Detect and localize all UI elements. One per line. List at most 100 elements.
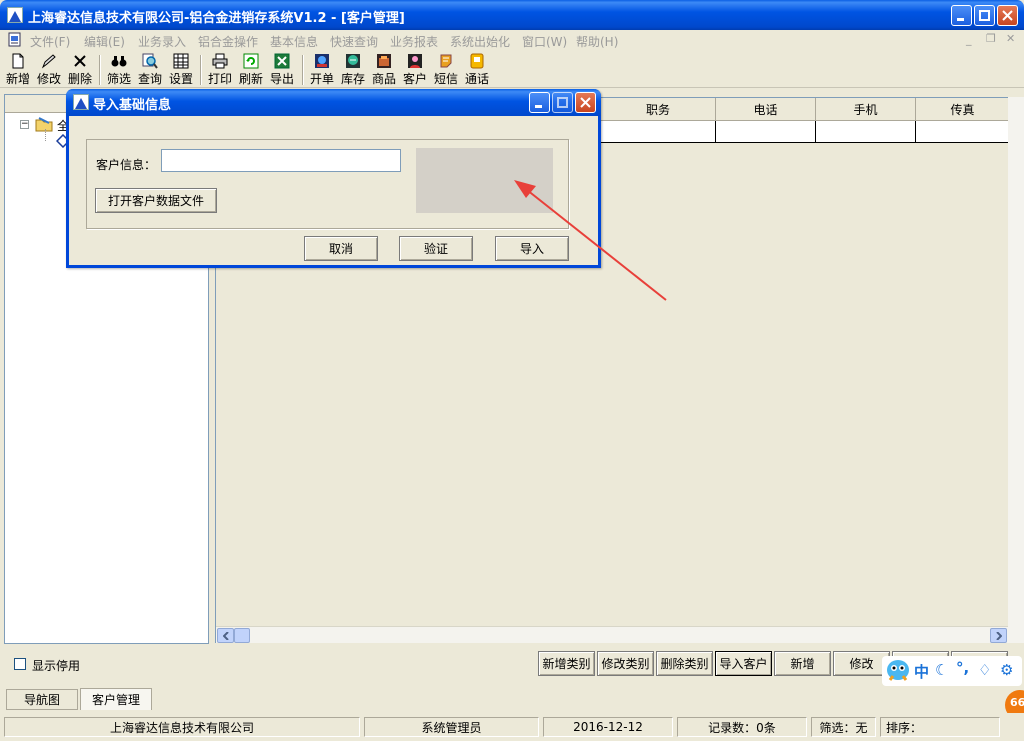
toolbar-edit-button[interactable]: 修改 — [33, 53, 65, 87]
menu-file[interactable]: 文件(F) — [30, 33, 70, 50]
refresh-icon — [243, 53, 259, 69]
menu-aluminum-ops[interactable]: 铝合金操作 — [198, 33, 258, 50]
ime-skin-icon[interactable]: ♢ — [978, 661, 991, 679]
ime-moon-icon[interactable]: ☾ — [935, 661, 948, 679]
tree-line — [45, 129, 46, 141]
status-sort: 排序： — [880, 717, 1000, 737]
menu-help[interactable]: 帮助(H) — [576, 33, 618, 50]
table-cell[interactable] — [601, 121, 716, 143]
annotation-arrow — [514, 180, 667, 301]
table-cell[interactable] — [916, 121, 1009, 143]
toolbar-export-button[interactable]: 导出 — [266, 53, 298, 87]
call-icon — [469, 53, 485, 69]
column-header-fax[interactable]: 传真 — [916, 98, 1009, 121]
maximize-icon — [557, 97, 568, 108]
ime-toolbar[interactable]: 中 ☾ °, ♢ ⚙ — [882, 656, 1022, 686]
magnifier-icon — [142, 53, 158, 69]
status-company: 上海睿达信息技术有限公司 — [4, 717, 360, 737]
menu-basic-info[interactable]: 基本信息 — [270, 33, 318, 50]
close-button[interactable] — [997, 5, 1018, 26]
new-category-button[interactable]: 新增类别 — [538, 651, 595, 676]
toolbar-order-button[interactable]: 开单 — [306, 53, 338, 87]
table-cell[interactable] — [816, 121, 916, 143]
dialog-close-button[interactable] — [575, 92, 596, 113]
menu-business-entry[interactable]: 业务录入 — [138, 33, 186, 50]
stock-icon — [345, 53, 361, 69]
status-date: 2016-12-12 — [543, 717, 673, 737]
toolbar-filter-button[interactable]: 筛选 — [103, 53, 135, 87]
toolbar-new-button[interactable]: 新增 — [2, 53, 34, 87]
dialog-cancel-button[interactable]: 取消 — [304, 236, 378, 261]
tree-collapse-icon[interactable]: − — [20, 120, 29, 129]
customer-info-input[interactable] — [161, 149, 401, 172]
ime-settings-icon[interactable]: ⚙ — [1000, 661, 1013, 679]
printer-icon — [212, 53, 228, 69]
scroll-left-button[interactable] — [217, 628, 234, 643]
delete-x-icon — [72, 53, 88, 69]
toolbar-delete-button[interactable]: 删除 — [64, 53, 96, 87]
dialog-maximize-button[interactable] — [552, 92, 573, 113]
customer-info-label: 客户信息： — [96, 158, 157, 172]
grid-settings-icon — [173, 53, 189, 69]
edit-category-button[interactable]: 修改类别 — [597, 651, 654, 676]
sms-icon — [438, 53, 454, 69]
maximize-icon — [979, 10, 990, 21]
toolbar-settings-button[interactable]: 设置 — [165, 53, 197, 87]
dialog-titlebar[interactable]: 导入基础信息 — [66, 89, 601, 116]
toolbar-print-button[interactable]: 打印 — [204, 53, 236, 87]
mdi-restore-icon[interactable]: ❐ — [986, 32, 996, 45]
minimize-icon — [535, 105, 542, 108]
show-disabled-checkbox[interactable] — [14, 658, 26, 670]
tree-root-folder-icon — [35, 116, 53, 135]
goods-icon — [376, 53, 392, 69]
window-titlebar[interactable]: 上海睿达信息技术有限公司-铝合金进销存系统V1.2 - [客户管理] — [0, 0, 1024, 30]
delete-category-button[interactable]: 删除类别 — [656, 651, 713, 676]
new-button[interactable]: 新增 — [774, 651, 831, 676]
toolbar: 新增 修改 删除 筛选 查询 设置 打印 刷新 导出 开单 库存 商品 客户 短… — [0, 50, 1024, 88]
mdi-minimize-icon[interactable]: _ — [966, 33, 972, 46]
toolbar-refresh-button[interactable]: 刷新 — [235, 53, 267, 87]
tab-customer-management[interactable]: 客户管理 — [80, 688, 152, 710]
toolbar-separator — [99, 55, 101, 85]
excel-icon — [274, 53, 290, 69]
toolbar-call-button[interactable]: 通话 — [461, 53, 493, 87]
menu-edit[interactable]: 编辑(E) — [84, 33, 125, 50]
ime-punct-icon[interactable]: °, — [956, 659, 969, 677]
menu-business-report[interactable]: 业务报表 — [390, 33, 438, 50]
horizontal-scrollbar[interactable] — [216, 626, 1008, 643]
vertical-scrollbar[interactable] — [1008, 97, 1024, 643]
binoculars-icon — [111, 53, 127, 69]
tab-navigation[interactable]: 导航图 — [6, 689, 78, 710]
column-header-mobile[interactable]: 手机 — [816, 98, 916, 121]
minimize-icon — [957, 18, 964, 21]
menu-doc-icon[interactable] — [7, 32, 23, 48]
menu-window[interactable]: 窗口(W) — [522, 33, 567, 50]
scroll-right-button[interactable] — [990, 628, 1007, 643]
toolbar-separator — [302, 55, 304, 85]
ime-lang-indicator[interactable]: 中 — [914, 661, 929, 682]
status-user: 系统管理员 — [364, 717, 539, 737]
table-cell[interactable] — [716, 121, 816, 143]
toolbar-sms-button[interactable]: 短信 — [430, 53, 462, 87]
mdi-close-icon[interactable]: ✕ — [1006, 32, 1015, 45]
column-header-phone[interactable]: 电话 — [716, 98, 816, 121]
toolbar-stock-button[interactable]: 库存 — [337, 53, 369, 87]
maximize-button[interactable] — [974, 5, 995, 26]
minimize-button[interactable] — [951, 5, 972, 26]
menu-system-init[interactable]: 系统出始化 — [450, 33, 510, 50]
dialog-app-icon — [73, 94, 89, 110]
scroll-thumb[interactable] — [234, 628, 250, 643]
dialog-minimize-button[interactable] — [529, 92, 550, 113]
tab-strip: 导航图 客户管理 66 — [0, 686, 1024, 720]
status-bar: 上海睿达信息技术有限公司 系统管理员 2016-12-12 记录数：0条 筛选：… — [0, 713, 1024, 741]
open-customer-file-button[interactable]: 打开客户数据文件 — [95, 188, 217, 213]
toolbar-query-button[interactable]: 查询 — [134, 53, 166, 87]
menu-quick-query[interactable]: 快速查询 — [330, 33, 378, 50]
close-icon — [1002, 10, 1013, 21]
toolbar-customer-button[interactable]: 客户 — [399, 53, 431, 87]
dialog-verify-button[interactable]: 验证 — [399, 236, 473, 261]
column-header-position[interactable]: 职务 — [601, 98, 716, 121]
app-icon — [7, 7, 23, 23]
toolbar-goods-button[interactable]: 商品 — [368, 53, 400, 87]
import-customer-button[interactable]: 导入客户 — [715, 651, 772, 676]
